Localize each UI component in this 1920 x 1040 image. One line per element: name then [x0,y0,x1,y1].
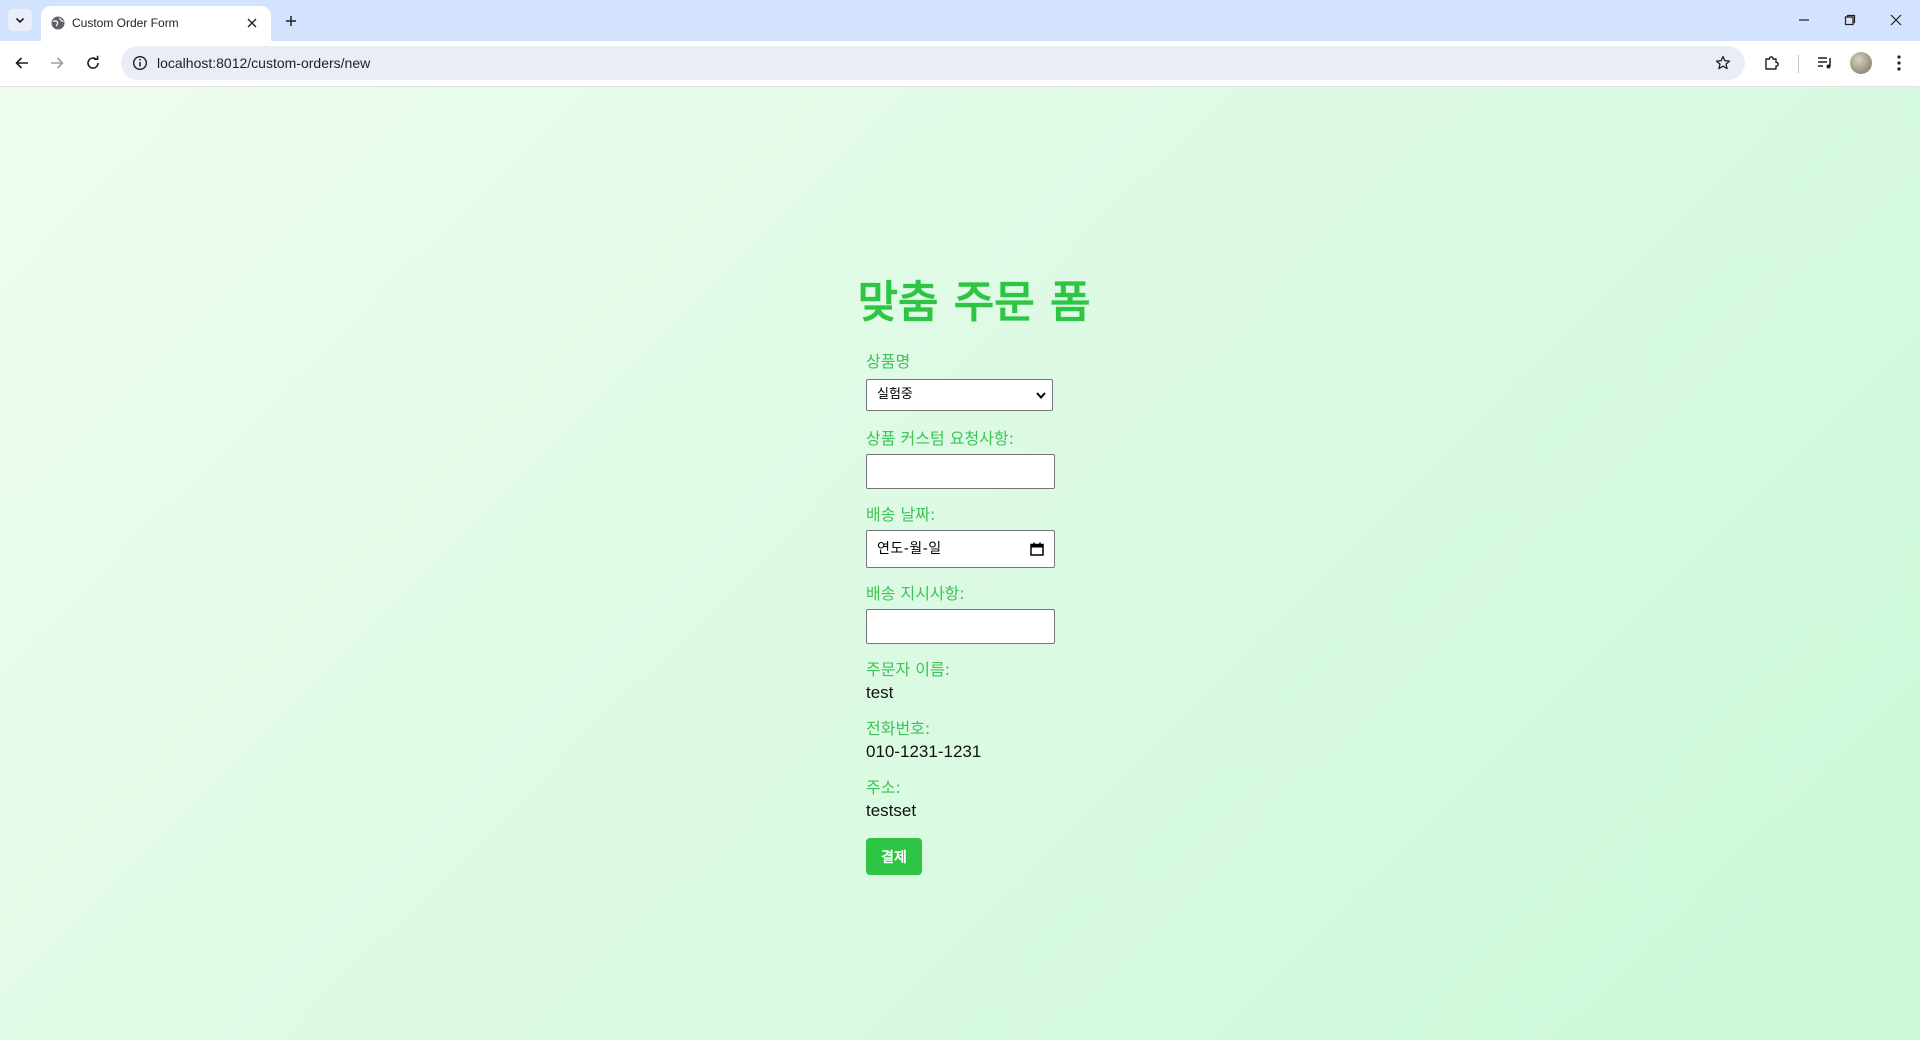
product-select-value: 실험중 [877,387,913,402]
minimize-button[interactable] [1782,6,1826,34]
product-select[interactable]: 실험중 [866,379,1053,411]
reload-button[interactable] [80,50,106,76]
custom-request-input[interactable] [866,454,1055,489]
restore-button[interactable] [1828,6,1872,34]
page-title: 맞춤 주문 폼 [857,277,1091,328]
orderer-name-label: 주문자 이름: [866,660,951,679]
delivery-date-placeholder: 연도-월-일 [877,541,942,557]
phone-value: 010-1231-1231 [866,742,982,761]
info-icon [132,55,148,71]
calendar-icon[interactable] [1030,542,1044,556]
chevron-down-icon [1036,392,1046,400]
minimize-icon [1799,19,1809,21]
back-button[interactable] [9,50,35,76]
arrow-left-icon [15,57,28,69]
chevron-down-icon [15,17,25,24]
tab-title: Custom Order Form [72,16,179,30]
forward-button[interactable] [44,50,70,76]
address-label: 주소: [866,778,901,797]
custom-request-label: 상품 커스텀 요청사항: [866,429,1015,448]
menu-button[interactable] [1887,51,1911,75]
globe-icon [51,16,65,30]
site-info-button[interactable] [131,54,149,72]
close-window-button[interactable] [1874,6,1918,34]
address-bar[interactable]: localhost:8012/custom-orders/new [121,46,1745,80]
tab-strip: Custom Order Form [0,0,1920,41]
address-value: testset [866,801,917,820]
close-icon [1890,14,1902,26]
close-icon [247,18,257,28]
url-text: localhost:8012/custom-orders/new [157,55,371,71]
orderer-name-value: test [866,683,894,702]
pay-button[interactable]: 결제 [866,838,922,875]
delivery-date-input[interactable]: 연도-월-일 [866,530,1055,568]
playlist-icon [1818,57,1831,69]
restore-icon [1844,14,1856,26]
media-controls-button[interactable] [1813,51,1837,75]
toolbar-divider [1798,55,1799,73]
delivery-date-label: 배송 날짜: [866,505,936,524]
delivery-instructions-label: 배송 지시사항: [866,584,965,603]
profile-avatar[interactable] [1850,52,1872,74]
active-tab[interactable]: Custom Order Form [41,6,271,41]
extensions-button[interactable] [1760,51,1784,75]
plus-icon [286,16,296,26]
arrow-right-icon [51,57,64,69]
tab-close-button[interactable] [243,14,261,32]
new-tab-button[interactable] [280,10,302,32]
star-icon [1715,55,1731,70]
reload-icon [87,55,99,69]
kebab-menu-icon [1897,55,1901,71]
bookmark-button[interactable] [1713,53,1733,73]
puzzle-icon [1765,56,1779,70]
page-viewport: 맞춤 주문 폼 상품명 실험중 상품 커스텀 요청사항: 배송 날짜: 연도-월… [0,87,1920,1040]
browser-toolbar: localhost:8012/custom-orders/new [0,41,1920,87]
tab-search-button[interactable] [8,9,32,31]
product-label: 상품명 [866,352,911,371]
phone-label: 전화번호: [866,719,931,738]
delivery-instructions-input[interactable] [866,609,1055,644]
